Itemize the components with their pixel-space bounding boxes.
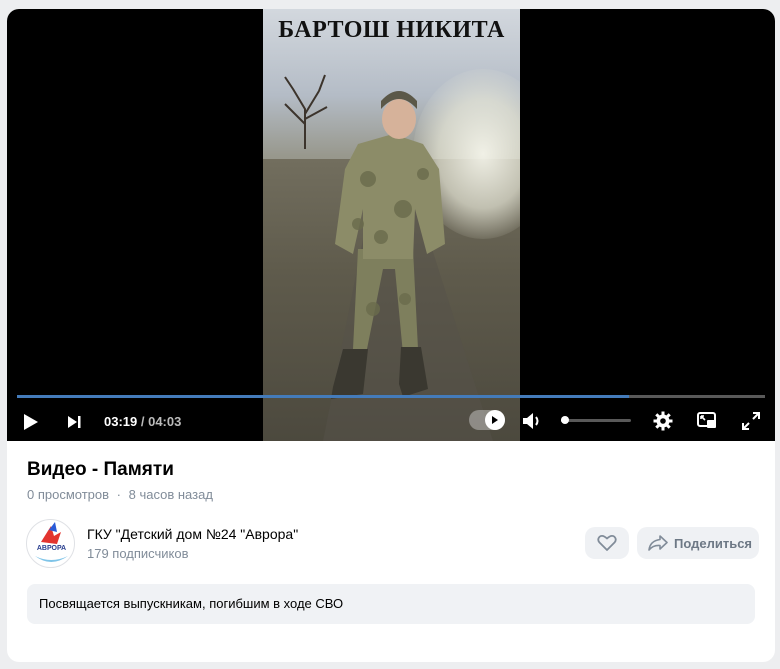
share-label: Поделиться [674,535,753,551]
current-time: 03:19 [104,414,138,429]
duration: 04:03 [148,414,182,429]
play-icon[interactable] [21,412,41,432]
channel-avatar[interactable]: АВРОРА [26,519,75,568]
view-count: 0 просмотров [27,487,110,502]
autoplay-play-icon [485,410,505,430]
subscriber-count: 179 подписчиков [87,546,189,561]
gear-icon[interactable] [652,410,674,432]
heart-icon [597,534,617,551]
aurora-logo: АВРОРА [35,522,68,562]
video-meta: 0 просмотров · 8 часов назад [27,487,213,502]
seek-bar[interactable] [17,395,765,398]
time-separator: / [137,414,149,429]
video-description: Посвящается выпускникам, погибшим в ходе… [27,584,755,624]
share-button[interactable]: Поделиться [637,527,759,559]
svg-text:АВРОРА: АВРОРА [37,545,66,552]
share-icon [648,535,668,551]
fullscreen-icon[interactable] [740,410,762,432]
video-frame[interactable]: БАРТОШ НИКИТА [263,9,520,441]
video-overlay-title: БАРТОШ НИКИТА [278,17,505,43]
channel-name[interactable]: ГКУ "Детский дом №24 "Аврора" [87,526,298,542]
volume-icon[interactable] [521,410,543,432]
next-icon[interactable] [65,413,83,431]
meta-separator: · [116,487,122,502]
video-title: Видео - Памяти [27,459,174,480]
like-button[interactable] [585,527,629,559]
posted-time: 8 часов назад [128,487,213,502]
volume-slider[interactable] [560,416,631,424]
autoplay-toggle[interactable] [469,410,505,430]
video-player[interactable]: БАРТОШ НИКИТА 03:19 / 04:03 [7,9,775,441]
player-controls: 03:19 / 04:03 [7,404,775,441]
picture-in-picture-icon[interactable] [696,410,718,432]
volume-handle[interactable] [560,416,569,424]
soldier-figure [323,91,493,441]
video-card: БАРТОШ НИКИТА 03:19 / 04:03 Видео - Памя… [7,9,775,662]
seek-bar-progress [17,395,629,398]
time-display: 03:19 / 04:03 [104,414,181,429]
